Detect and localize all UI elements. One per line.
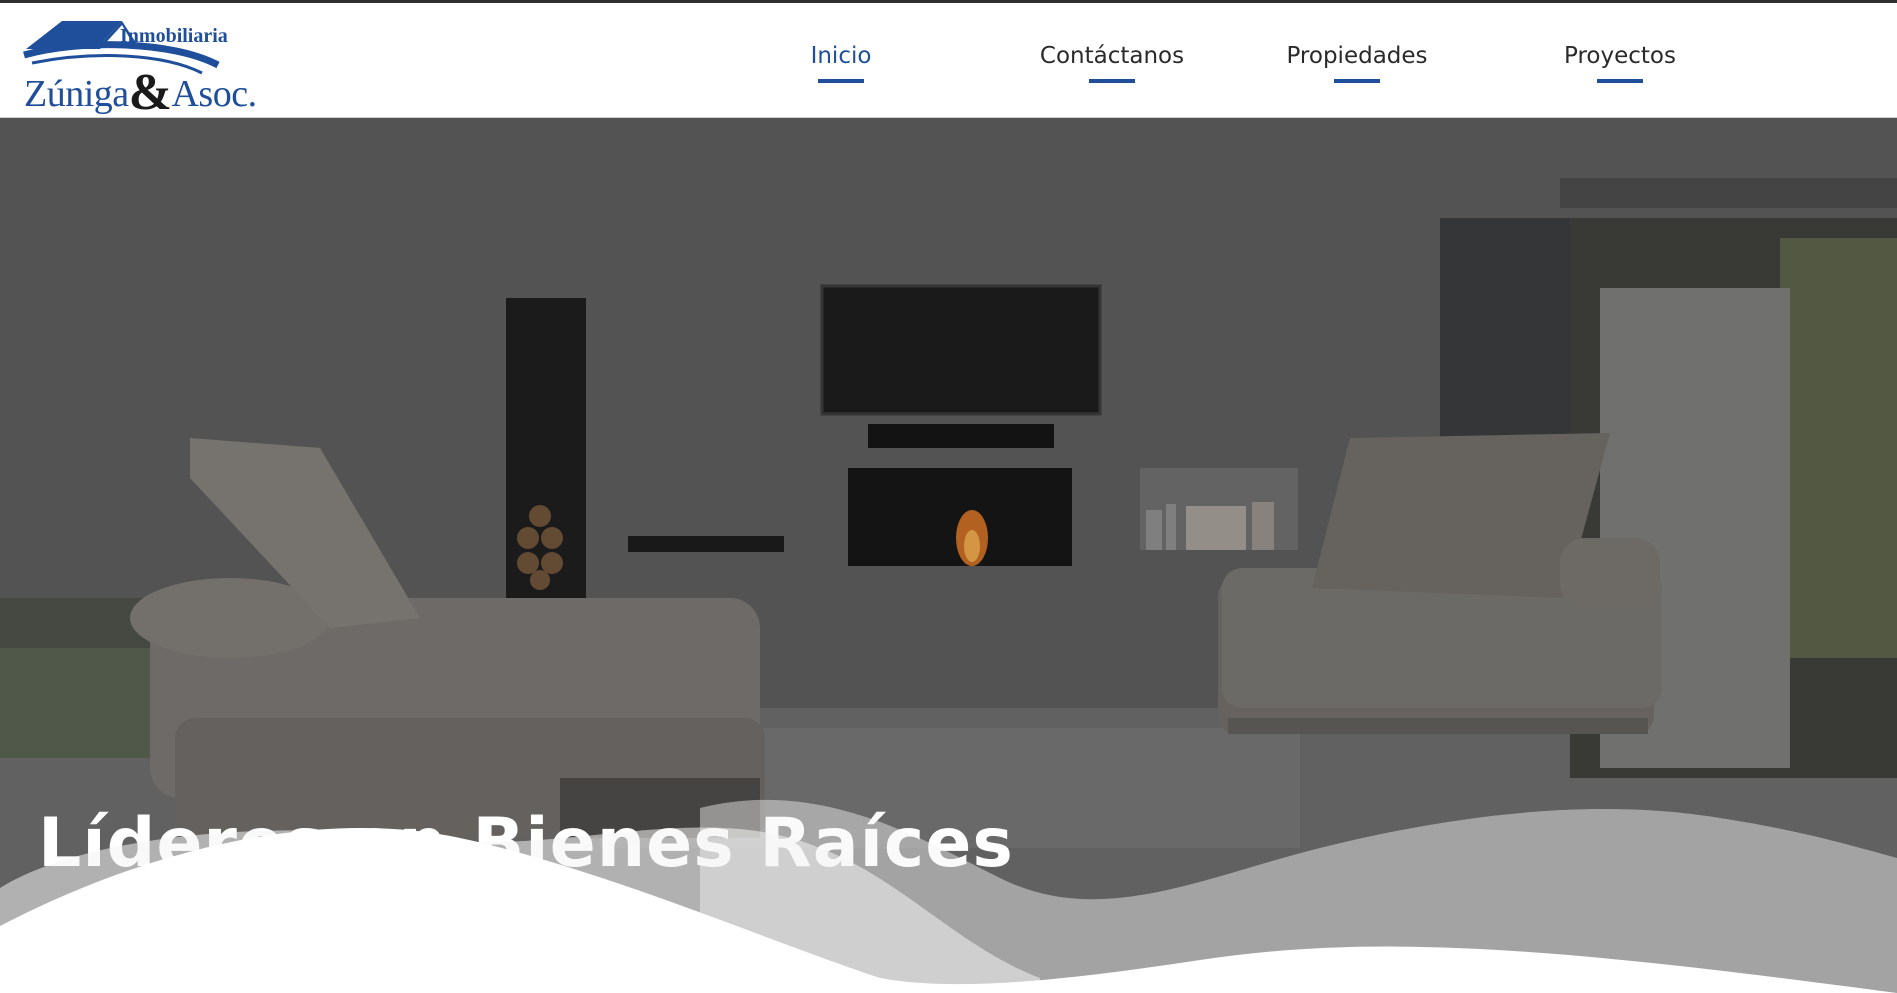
logo-ampersand: & (128, 64, 172, 121)
nav-underline (818, 79, 864, 83)
nav-item-contactanos[interactable]: Contáctanos (1017, 43, 1207, 83)
nav-underline (1334, 79, 1380, 83)
logo[interactable]: Inmobiliaria Zúniga&Asoc. (22, 11, 282, 121)
wave-divider (0, 799, 1897, 993)
logo-name: Zúniga&Asoc. (24, 63, 257, 122)
nav-item-inicio[interactable]: Inicio (791, 43, 891, 83)
nav-item-proyectos[interactable]: Proyectos (1540, 43, 1700, 83)
logo-name-part1: Zúniga (24, 73, 129, 115)
site-header: Inmobiliaria Zúniga&Asoc. Inicio Contáct… (0, 3, 1897, 121)
nav-underline (1089, 79, 1135, 83)
nav-label: Inicio (810, 43, 872, 69)
logo-tagline: Inmobiliaria (120, 25, 228, 47)
nav-underline (1597, 79, 1643, 83)
nav-label: Propiedades (1286, 43, 1428, 69)
nav-label: Proyectos (1564, 43, 1676, 69)
logo-name-part2: Asoc. (171, 73, 257, 115)
hero-banner: Líderes en Bienes Raíces (0, 118, 1897, 993)
nav-label: Contáctanos (1039, 43, 1185, 69)
nav-item-propiedades[interactable]: Propiedades (1265, 43, 1449, 83)
